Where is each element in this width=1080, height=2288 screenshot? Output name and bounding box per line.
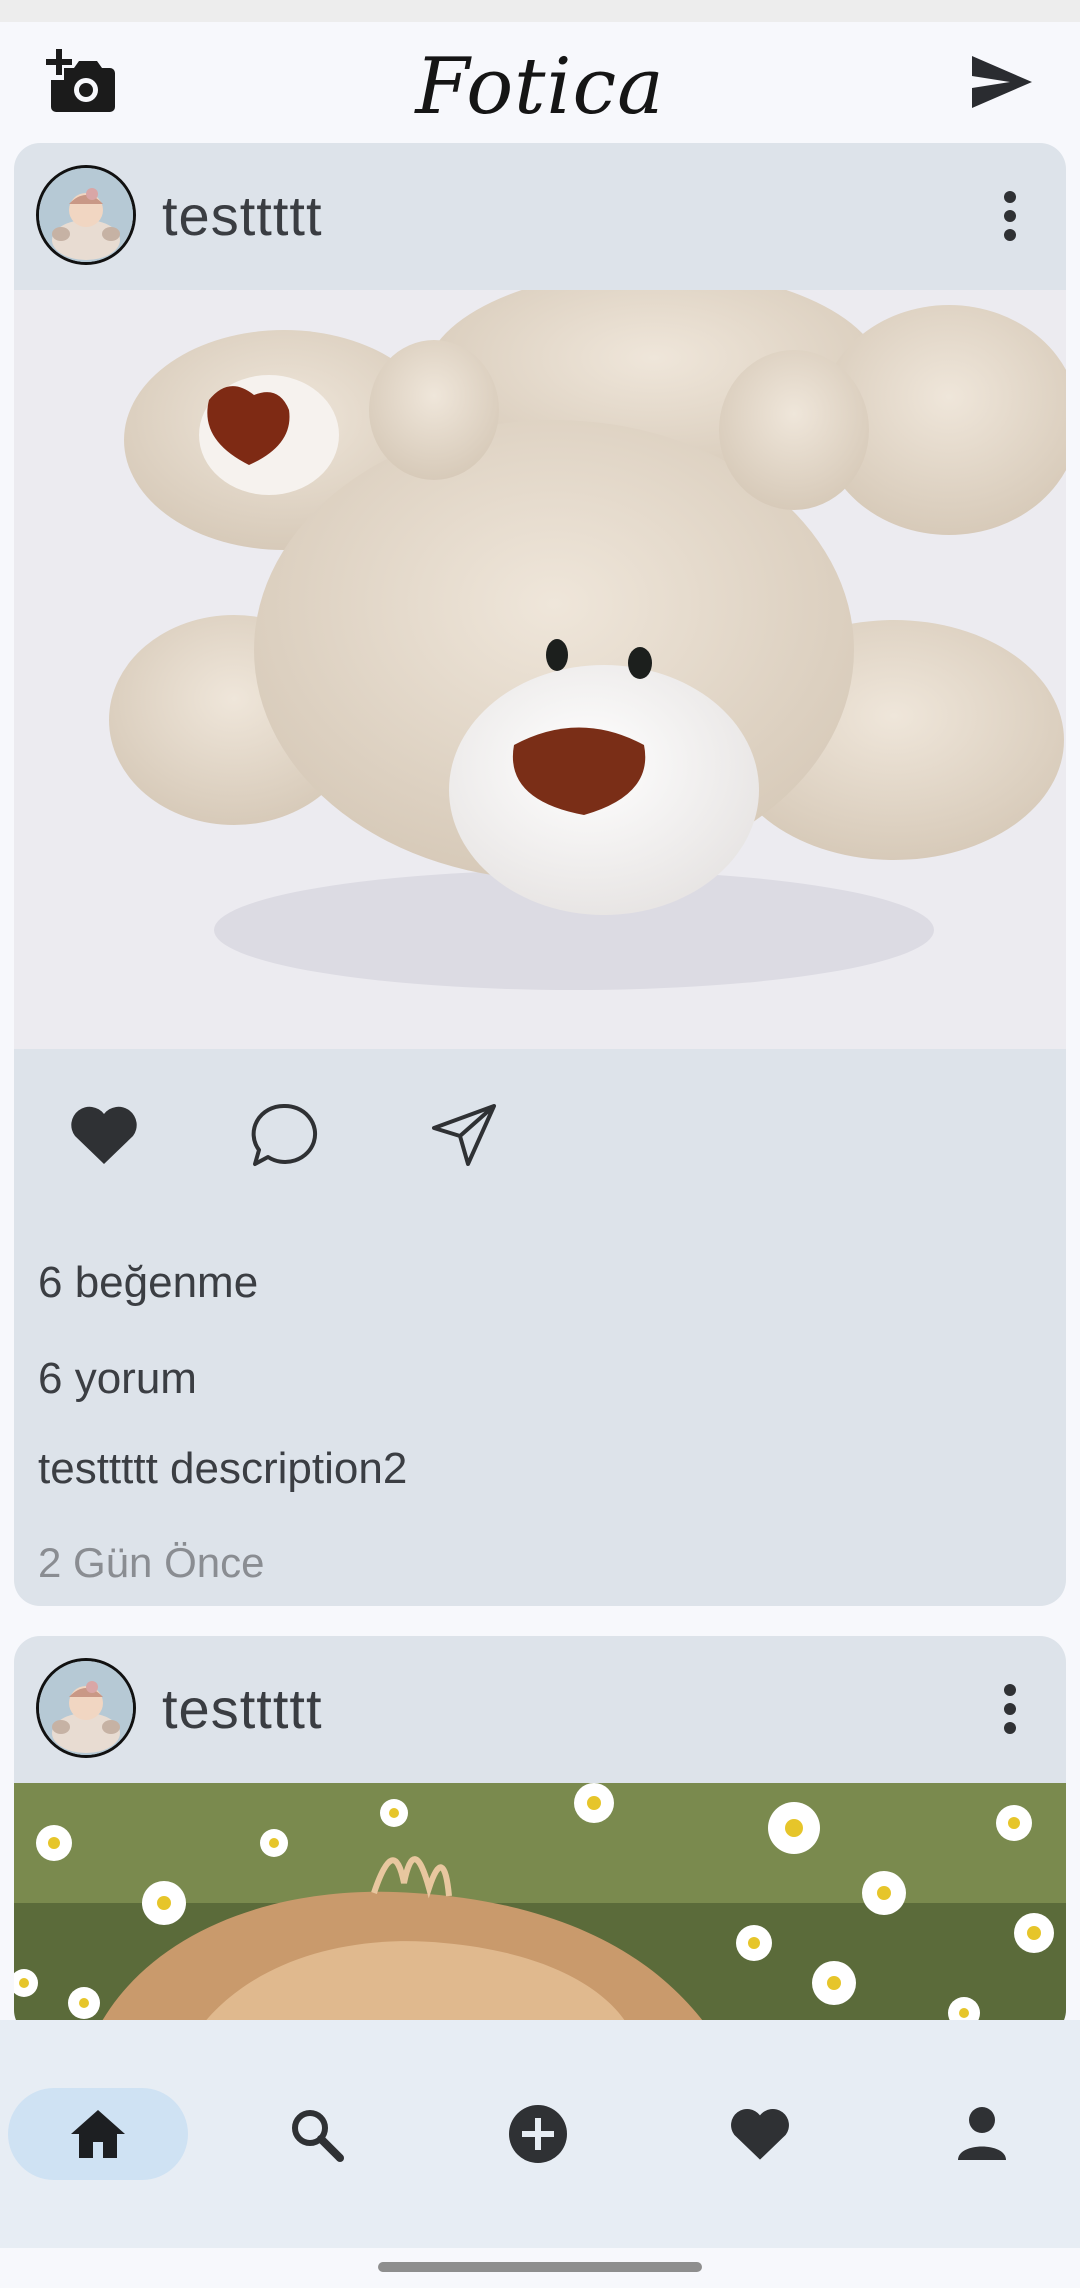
share-button[interactable] (424, 1095, 504, 1175)
add-circle-icon (509, 2105, 567, 2163)
nav-home[interactable] (8, 2088, 188, 2180)
comment-bubble-icon (251, 1103, 318, 1166)
direct-messages-button[interactable] (966, 50, 1038, 114)
person-icon (958, 2107, 1006, 2160)
more-vert-icon (1004, 1684, 1016, 1734)
post-header: testtttt (14, 143, 1066, 290)
home-icon (71, 2110, 125, 2158)
comments-count[interactable]: 6 yorum (38, 1353, 197, 1405)
like-button[interactable] (64, 1095, 144, 1175)
post-image[interactable] (14, 290, 1066, 1049)
post-options-button[interactable] (990, 1676, 1030, 1742)
post-image[interactable] (14, 1783, 1066, 2036)
avatar[interactable] (36, 1658, 136, 1758)
nav-search[interactable] (226, 2088, 406, 2180)
paper-plane-icon (432, 1104, 496, 1166)
send-icon (972, 56, 1032, 108)
heart-icon (731, 2109, 789, 2160)
dog-in-daisies-photo (14, 1783, 1066, 2036)
bottom-navigation (0, 2020, 1080, 2248)
search-icon (292, 2110, 344, 2162)
more-vert-icon (1004, 191, 1016, 241)
post-header: testtttt (14, 1636, 1066, 1783)
status-bar (0, 0, 1080, 22)
nav-add-post[interactable] (448, 2088, 628, 2180)
teddy-bear-photo (14, 290, 1066, 1049)
post-actions (14, 1075, 1066, 1195)
app-header: Fotica (0, 22, 1080, 140)
baby-photo-avatar-icon (39, 168, 133, 262)
post-options-button[interactable] (990, 183, 1030, 249)
nav-profile[interactable] (892, 2088, 1072, 2180)
post-username[interactable]: testtttt (162, 1676, 323, 1742)
post-caption: testtttt description2 (38, 1444, 408, 1493)
post-card: testtttt (14, 1636, 1066, 2036)
heart-icon (71, 1106, 137, 1164)
post-timestamp: 2 Gün Önce (38, 1539, 265, 1586)
avatar[interactable] (36, 165, 136, 265)
app-title: Fotica (415, 42, 665, 132)
nav-likes[interactable] (670, 2088, 850, 2180)
comment-button[interactable] (244, 1095, 324, 1175)
gesture-navigation-bar[interactable] (378, 2262, 702, 2272)
post-username[interactable]: testtttt (162, 183, 323, 249)
post-card: testtttt (14, 143, 1066, 1606)
baby-photo-avatar-icon (39, 1661, 133, 1755)
likes-count[interactable]: 6 beğenme (38, 1257, 258, 1309)
